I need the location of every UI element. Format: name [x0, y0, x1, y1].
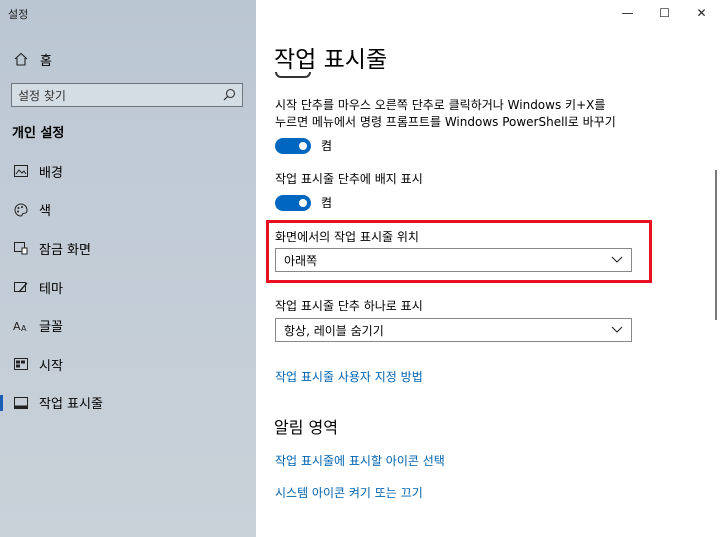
window-controls: — ☐ ✕	[609, 0, 720, 26]
powershell-desc-line1: 시작 단추를 마우스 오른쪽 단추로 클릭하거나 Windows 키+X를	[275, 98, 606, 112]
scrolled-toggle-fragment	[275, 72, 311, 78]
sidebar-item-background[interactable]: 배경	[0, 152, 256, 191]
lock-screen-icon	[12, 241, 30, 255]
settings-sidebar: 설정 홈 설정 찾기 개인 설정 배경 색 잠금 화면 테마 A A 글꼴 시작…	[0, 0, 256, 537]
chevron-down-icon	[611, 323, 623, 338]
sidebar-item-fonts[interactable]: AA 글꼴	[0, 306, 256, 345]
home-nav-item[interactable]: 홈	[12, 49, 52, 69]
home-icon	[12, 52, 30, 66]
powershell-desc-line2: 누르면 메뉴에서 명령 프롬프트를 Windows PowerShell로 바꾸…	[275, 115, 616, 129]
select-icons-link[interactable]: 작업 표시줄에 표시할 아이콘 선택	[275, 452, 445, 469]
section-heading: 개인 설정	[12, 126, 65, 141]
app-title: 설정	[8, 8, 29, 21]
sidebar-item-label: 색	[39, 204, 51, 220]
settings-content-pane: 작업 표시줄 시작 단추를 마우스 오른쪽 단추로 클릭하거나 Windows …	[256, 0, 720, 537]
badges-label: 작업 표시줄 단추에 배지 표시	[275, 172, 423, 186]
sidebar-item-label: 잠금 화면	[39, 242, 91, 258]
badges-toggle-row: 켬	[275, 194, 332, 211]
theme-brush-icon	[12, 280, 30, 294]
svg-text:A: A	[13, 320, 21, 332]
sidebar-item-taskbar[interactable]: 작업 표시줄	[0, 384, 256, 423]
powershell-toggle[interactable]	[275, 137, 311, 154]
notification-area-heading: 알림 영역	[274, 418, 338, 437]
start-icon	[12, 358, 30, 371]
sidebar-item-label: 작업 표시줄	[39, 397, 103, 413]
taskbar-icon	[12, 396, 30, 409]
combine-buttons-label: 작업 표시줄 단추 하나로 표시	[275, 299, 423, 313]
sidebar-item-label: 시작	[39, 358, 63, 374]
svg-text:A: A	[21, 324, 27, 332]
palette-icon	[12, 203, 30, 217]
taskbar-location-label: 화면에서의 작업 표시줄 위치	[275, 230, 419, 244]
customize-taskbar-link[interactable]: 작업 표시줄 사용자 지정 방법	[275, 368, 423, 385]
maximize-button[interactable]: ☐	[646, 0, 683, 26]
minimize-button[interactable]: —	[609, 0, 646, 26]
search-placeholder: 설정 찾기	[18, 88, 66, 103]
dropdown-value: 아래쪽	[284, 253, 318, 268]
combine-buttons-dropdown[interactable]: 항상, 레이블 숨기기	[275, 318, 632, 342]
close-button[interactable]: ✕	[683, 0, 720, 26]
font-icon: AA	[12, 320, 30, 332]
settings-search-input[interactable]: 설정 찾기	[11, 83, 243, 107]
sidebar-item-color[interactable]: 색	[0, 191, 256, 230]
picture-icon	[12, 165, 30, 178]
sidebar-item-theme[interactable]: 테마	[0, 268, 256, 307]
sidebar-item-label: 테마	[39, 281, 63, 297]
sidebar-item-label: 배경	[39, 165, 63, 181]
taskbar-location-dropdown[interactable]: 아래쪽	[275, 248, 632, 272]
sidebar-item-start[interactable]: 시작	[0, 345, 256, 384]
sidebar-nav: 배경 색 잠금 화면 테마 AA 글꼴 시작 작업 표시줄	[0, 152, 256, 422]
chevron-down-icon	[611, 253, 623, 268]
home-label: 홈	[40, 53, 52, 69]
badges-toggle[interactable]	[275, 194, 311, 211]
dropdown-value: 항상, 레이블 숨기기	[284, 323, 384, 338]
toggle-state-label: 켬	[321, 196, 333, 210]
sidebar-item-lock-screen[interactable]: 잠금 화면	[0, 229, 256, 268]
sidebar-item-label: 글꼴	[39, 320, 63, 336]
page-title: 작업 표시줄	[274, 47, 388, 73]
powershell-toggle-row: 켬	[275, 137, 332, 154]
vertical-scrollbar[interactable]	[715, 170, 717, 320]
toggle-state-label: 켬	[321, 139, 333, 153]
system-icons-link[interactable]: 시스템 아이콘 켜기 또는 끄기	[275, 484, 423, 501]
powershell-description: 시작 단추를 마우스 오른쪽 단추로 클릭하거나 Windows 키+X를 누르…	[275, 97, 616, 131]
search-icon[interactable]	[223, 88, 236, 104]
